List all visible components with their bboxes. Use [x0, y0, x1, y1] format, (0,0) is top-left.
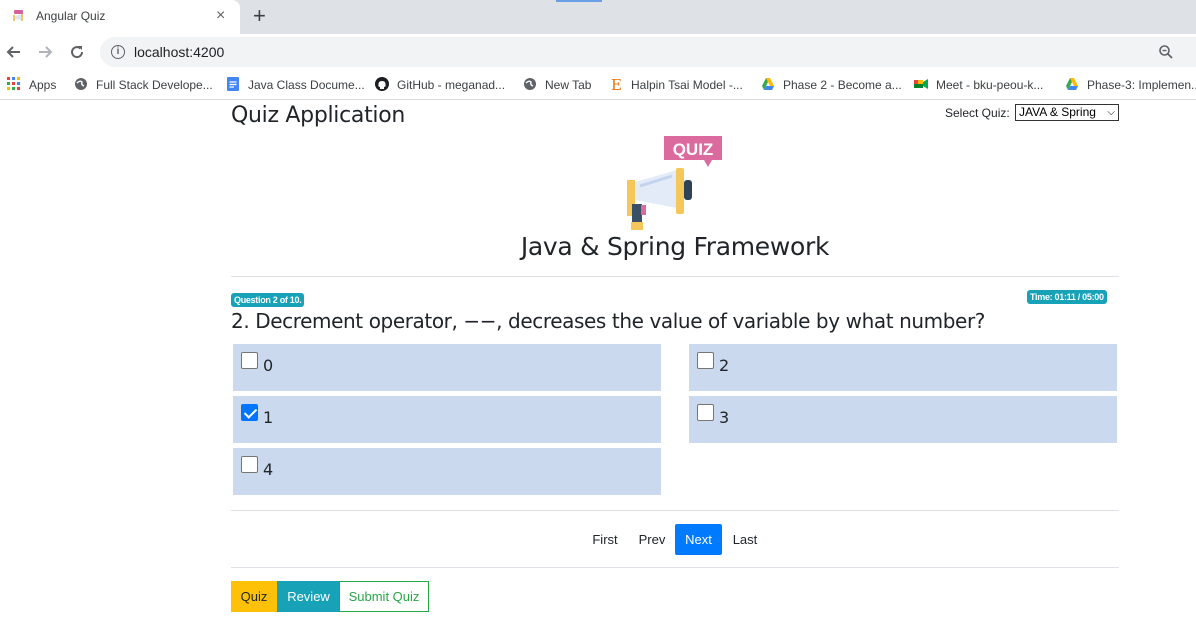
reload-icon[interactable]	[67, 42, 87, 62]
tab-close-icon[interactable]: ×	[216, 7, 225, 25]
quiz-select-dropdown[interactable]: JAVA & Spring ⌵	[1015, 104, 1119, 121]
github-icon	[375, 77, 389, 91]
bookmark-new-tab[interactable]: New Tab	[523, 77, 591, 92]
bookmark-label: Full Stack Develope...	[96, 78, 213, 92]
answer-option[interactable]: 1	[233, 396, 661, 443]
answer-checkbox[interactable]	[241, 456, 258, 473]
site-info-icon[interactable]: i	[111, 45, 125, 59]
browser-tab-strip: Angular Quiz × +	[0, 0, 1196, 34]
bookmark-label: Phase-3: Implemen...	[1087, 78, 1196, 92]
page-title: Quiz Application	[231, 103, 406, 128]
google-meet-icon	[914, 79, 928, 89]
quiz-name-heading: Java & Spring Framework	[520, 232, 830, 261]
tab-title: Angular Quiz	[36, 9, 106, 23]
bookmark-label: Java Class Docume...	[248, 78, 365, 92]
question-text: 2. Decrement operator, −−, decreases the…	[231, 309, 985, 333]
quiz-megaphone-logo: QUIZ	[627, 136, 722, 230]
google-docs-icon	[227, 77, 239, 91]
first-page-button[interactable]: First	[587, 524, 623, 555]
chevron-down-icon: ⌵	[1107, 107, 1115, 118]
bookmark-label: GitHub - meganad...	[397, 78, 506, 92]
next-page-button[interactable]: Next	[675, 524, 722, 555]
question-count-badge: Question 2 of 10.	[231, 293, 305, 307]
select-quiz-label: Select Quiz:	[945, 106, 1010, 120]
submit-quiz-button[interactable]: Submit Quiz	[339, 581, 429, 612]
last-page-button[interactable]: Last	[727, 524, 763, 555]
bookmark-label: Apps	[29, 78, 57, 92]
back-arrow-icon[interactable]	[4, 42, 24, 62]
bookmark-java-class[interactable]: Java Class Docume...	[226, 77, 365, 92]
selected-quiz-value: JAVA & Spring	[1019, 105, 1096, 119]
prev-page-button[interactable]: Prev	[634, 524, 670, 555]
answer-option[interactable]: 4	[233, 448, 661, 495]
answer-label: 0	[263, 356, 274, 375]
angular-quiz-favicon-icon	[13, 10, 23, 21]
answer-checkbox[interactable]	[241, 352, 258, 369]
answer-checkbox[interactable]	[241, 404, 258, 421]
answer-label: 2	[719, 356, 730, 375]
logo-quiz-text: QUIZ	[673, 140, 714, 159]
bookmark-full-stack[interactable]: Full Stack Develope...	[74, 77, 213, 92]
bookmark-label: Halpin Tsai Model -...	[631, 78, 743, 92]
bookmarks-bar: Apps Full Stack Develope... Java Class D…	[0, 70, 1196, 100]
bookmark-phase-2[interactable]: Phase 2 - Become a...	[761, 77, 902, 92]
answer-option[interactable]: 0	[233, 344, 661, 391]
browser-tab[interactable]: Angular Quiz ×	[0, 0, 240, 34]
bookmark-github[interactable]: GitHub - meganad...	[375, 77, 505, 92]
google-drive-icon	[762, 78, 774, 90]
apps-grid-icon	[7, 77, 20, 90]
zoom-icon[interactable]	[1158, 44, 1174, 60]
google-drive-icon	[1066, 78, 1078, 90]
bookmark-label: New Tab	[545, 78, 592, 92]
e-letter-icon: E	[611, 77, 622, 91]
bookmark-apps[interactable]: Apps	[7, 77, 56, 92]
divider	[231, 510, 1119, 511]
quiz-mode-button[interactable]: Quiz	[231, 581, 277, 612]
globe-icon	[524, 78, 536, 90]
bookmark-halpin-tsai[interactable]: E Halpin Tsai Model -...	[609, 77, 743, 92]
tab-loading-indicator	[556, 0, 602, 2]
address-bar[interactable]: i localhost:4200	[100, 37, 1196, 67]
new-tab-icon[interactable]: +	[253, 4, 266, 28]
svg-text:E: E	[611, 77, 622, 91]
divider	[231, 567, 1119, 568]
review-mode-button[interactable]: Review	[277, 581, 340, 612]
browser-toolbar: i localhost:4200	[0, 34, 1196, 70]
bookmark-label: Meet - bku-peou-k...	[936, 78, 1044, 92]
answer-label: 3	[719, 408, 730, 427]
url-text[interactable]: localhost:4200	[134, 44, 224, 60]
timer-badge: Time: 01:11 / 05:00	[1027, 290, 1107, 304]
answer-label: 1	[263, 408, 274, 427]
answer-label: 4	[263, 460, 274, 479]
divider	[231, 276, 1119, 277]
bookmark-label: Phase 2 - Become a...	[783, 78, 902, 92]
answer-checkbox[interactable]	[697, 352, 714, 369]
forward-arrow-icon[interactable]	[35, 42, 55, 62]
answer-option[interactable]: 3	[689, 396, 1117, 443]
answer-checkbox[interactable]	[697, 404, 714, 421]
bookmark-meet[interactable]: Meet - bku-peou-k...	[914, 77, 1043, 92]
bookmark-phase-3[interactable]: Phase-3: Implemen...	[1065, 77, 1196, 92]
globe-icon	[75, 78, 87, 90]
answer-option[interactable]: 2	[689, 344, 1117, 391]
